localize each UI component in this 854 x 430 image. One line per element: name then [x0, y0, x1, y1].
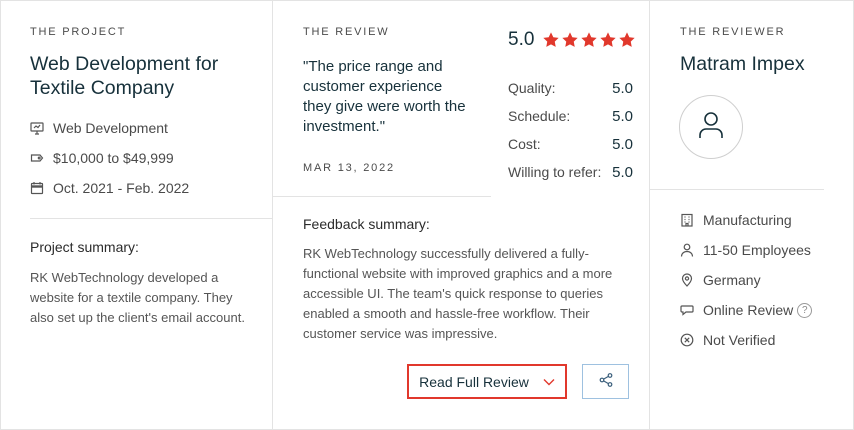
- project-title-line2: Textile Company: [30, 77, 175, 99]
- review-quote: "The price range and customer experience…: [303, 58, 466, 135]
- score-label: Willing to refer:: [508, 164, 602, 180]
- user-icon: [695, 109, 727, 146]
- star-icon: [599, 31, 617, 49]
- project-title: Web Development for Textile Company: [30, 52, 260, 100]
- score-label: Schedule:: [508, 108, 571, 124]
- project-timeline-text: Oct. 2021 - Feb. 2022: [53, 180, 190, 196]
- location-pin-icon: [680, 273, 694, 287]
- overall-rating-value: 5.0: [508, 29, 535, 50]
- avatar: [679, 95, 743, 159]
- score-row: Cost: 5.0: [508, 136, 633, 153]
- project-service-text: Web Development: [53, 120, 168, 136]
- divider-project: [272, 0, 273, 430]
- review-date: MAR 13, 2022: [303, 162, 395, 174]
- reviewer-industry-text: Manufacturing: [703, 212, 792, 228]
- share-icon: [598, 372, 614, 391]
- calendar-icon: [30, 181, 44, 195]
- score-row: Quality: 5.0: [508, 80, 633, 97]
- reviewer-section-label: THE REVIEWER: [680, 26, 786, 38]
- score-value: 5.0: [612, 136, 633, 153]
- star-rating: [542, 31, 637, 49]
- score-row: Schedule: 5.0: [508, 108, 633, 125]
- divider-reviewer: [649, 0, 650, 430]
- divider-project-summary: [30, 218, 272, 219]
- person-icon: [680, 243, 694, 257]
- project-title-line1: Web Development for: [30, 53, 219, 75]
- reviewer-name: Matram Impex: [680, 53, 805, 75]
- project-section-label: THE PROJECT: [30, 26, 127, 38]
- x-circle-icon: [680, 333, 694, 347]
- reviewer-size-row: 11-50 Employees: [680, 242, 811, 258]
- reviewer-industry-row: Manufacturing: [680, 212, 792, 228]
- reviewer-review-type-row: Online Review ?: [680, 302, 813, 318]
- share-button[interactable]: [582, 364, 629, 399]
- project-budget-text: $10,000 to $49,999: [53, 150, 174, 166]
- star-icon: [561, 31, 579, 49]
- project-summary-text: RK WebTechnology developed a website for…: [30, 270, 245, 325]
- project-budget-row: $10,000 to $49,999: [30, 150, 174, 166]
- feedback-heading: Feedback summary:: [303, 216, 430, 232]
- score-value: 5.0: [612, 80, 633, 97]
- read-full-review-label: Read Full Review: [419, 373, 529, 390]
- score-row: Willing to refer: 5.0: [508, 164, 633, 181]
- feedback-text: RK WebTechnology successfully delivered …: [303, 246, 613, 341]
- reviewer-verification-row: Not Verified: [680, 332, 775, 348]
- overall-rating: 5.0: [508, 29, 637, 51]
- reviewer-location-text: Germany: [703, 272, 761, 288]
- score-label: Cost:: [508, 136, 541, 152]
- project-timeline-row: Oct. 2021 - Feb. 2022: [30, 180, 189, 196]
- chevron-down-icon: [543, 378, 555, 386]
- building-icon: [680, 213, 694, 227]
- reviewer-verification-text: Not Verified: [703, 332, 776, 348]
- monitor-icon: [30, 121, 44, 135]
- star-icon: [580, 31, 598, 49]
- star-icon: [542, 31, 560, 49]
- reviewer-review-type-text: Online Review: [703, 302, 794, 318]
- project-summary-heading: Project summary:: [30, 239, 139, 255]
- score-label: Quality:: [508, 80, 556, 96]
- help-icon[interactable]: ?: [797, 302, 813, 318]
- price-tag-icon: [30, 151, 44, 165]
- divider-review-feedback: [273, 196, 491, 197]
- review-section-label: THE REVIEW: [303, 26, 390, 38]
- star-icon: [618, 31, 636, 49]
- project-service-row: Web Development: [30, 120, 168, 136]
- score-value: 5.0: [612, 108, 633, 125]
- divider-reviewer-details: [650, 189, 824, 190]
- reviewer-size-text: 11-50 Employees: [703, 242, 811, 258]
- score-value: 5.0: [612, 164, 633, 181]
- reviewer-location-row: Germany: [680, 272, 761, 288]
- read-full-review-button[interactable]: Read Full Review: [407, 364, 567, 399]
- chat-bubble-icon: [680, 303, 694, 317]
